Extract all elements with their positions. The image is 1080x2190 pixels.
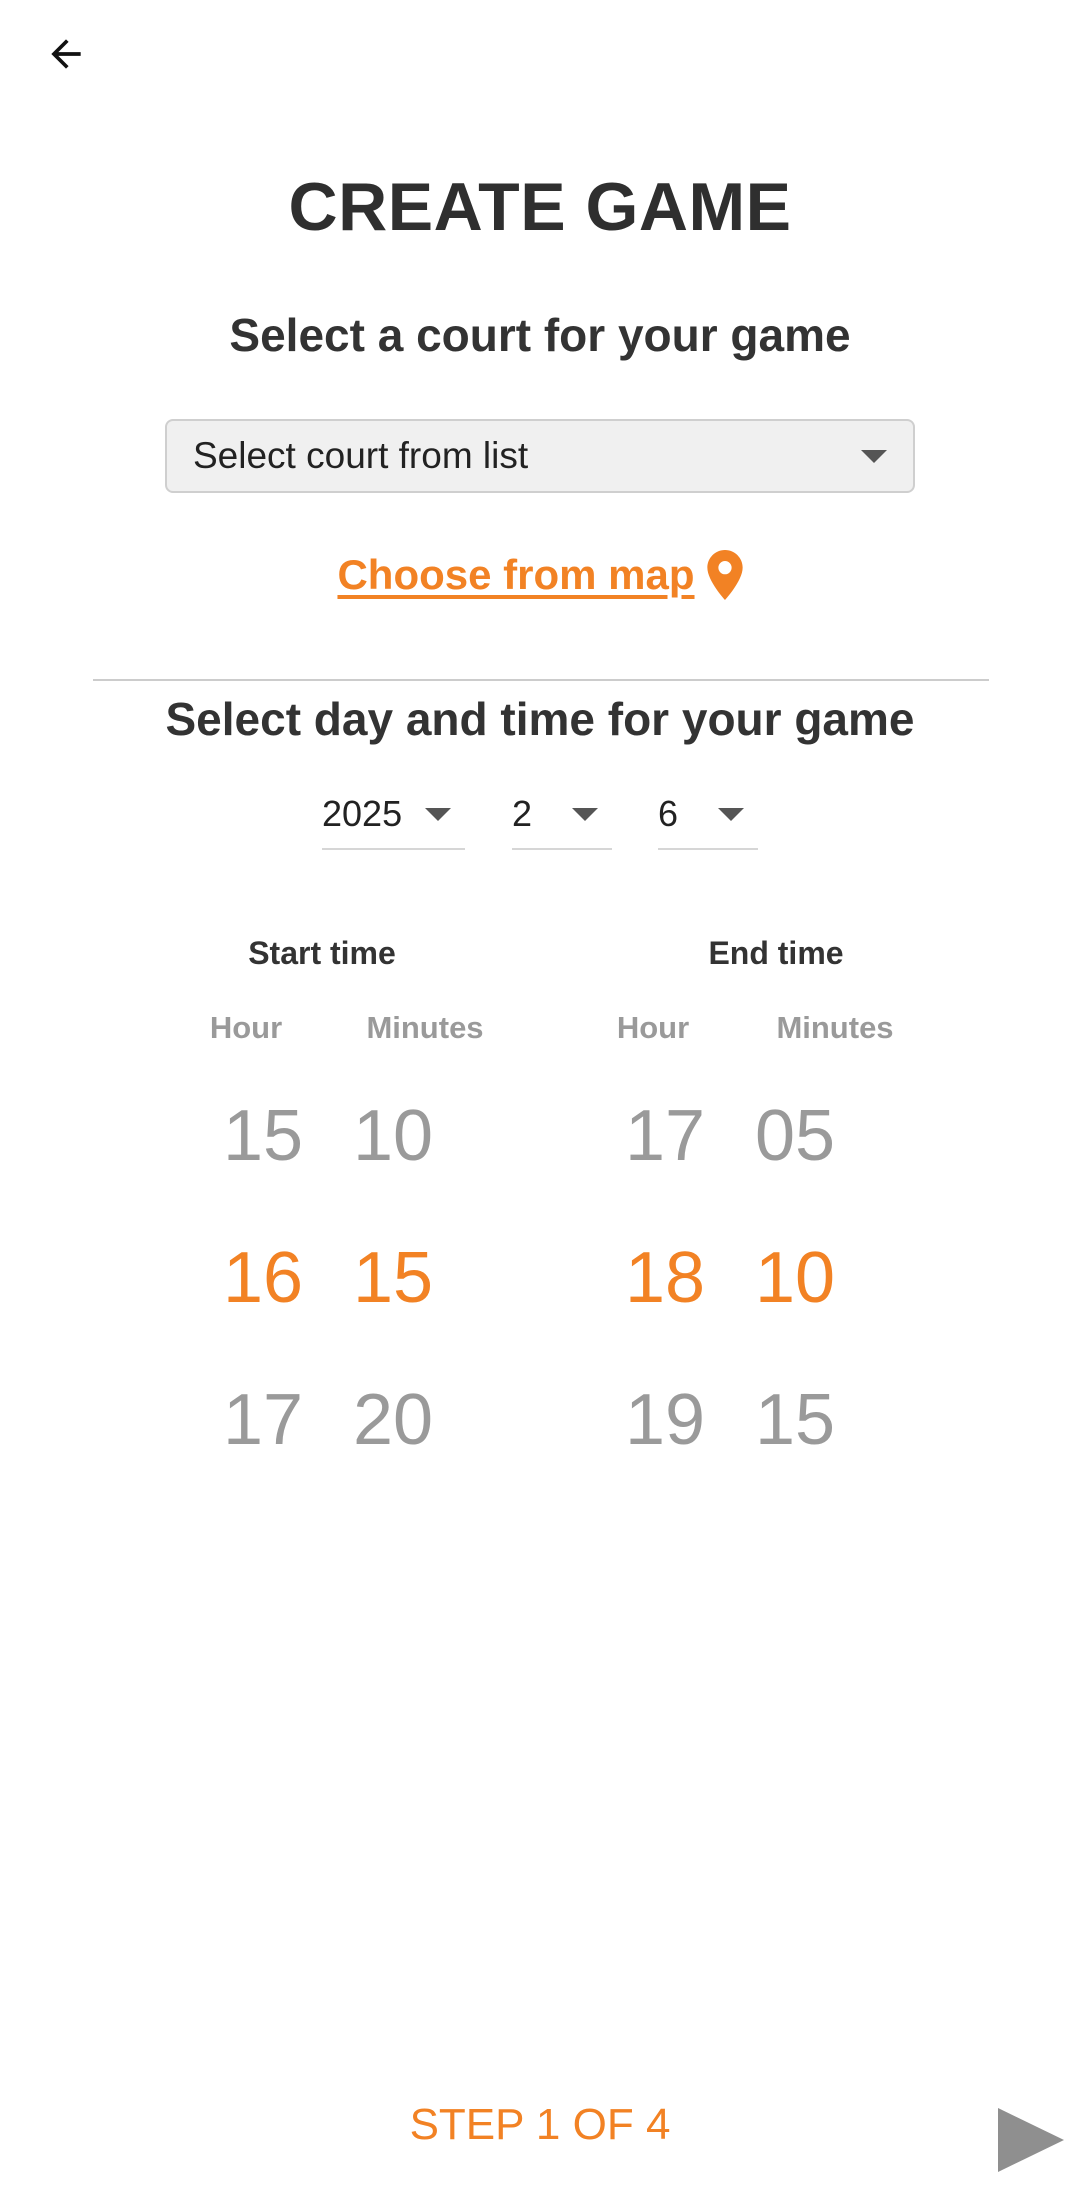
start-minutes-picker[interactable]: 10 15 20 — [328, 1095, 458, 1521]
end-hour-label: Hour — [616, 1010, 690, 1045]
end-hour-option[interactable]: 17 — [600, 1095, 730, 1237]
chevron-down-icon — [425, 807, 451, 821]
start-minutes-option[interactable]: 20 — [328, 1379, 458, 1521]
end-time-title: End time — [708, 935, 844, 971]
step-indicator: STEP 1 OF 4 — [409, 2100, 671, 2149]
page-title: CREATE GAME — [288, 169, 792, 245]
start-hour-picker[interactable]: 15 16 17 — [198, 1095, 328, 1521]
choose-from-map-link[interactable]: Choose from map — [337, 551, 694, 599]
year-value: 2025 — [322, 793, 403, 834]
start-hour-selected[interactable]: 16 — [198, 1237, 328, 1379]
datetime-heading: Select day and time for your game — [165, 693, 915, 745]
next-arrow-icon[interactable] — [998, 2108, 1064, 2172]
back-button[interactable] — [30, 18, 102, 90]
arrow-left-icon — [51, 39, 81, 69]
start-hour-option[interactable]: 15 — [198, 1095, 328, 1237]
start-time-title: Start time — [248, 935, 396, 971]
start-minutes-label: Minutes — [366, 1010, 484, 1045]
end-hour-picker[interactable]: 17 18 19 — [600, 1095, 730, 1521]
map-pin-icon[interactable] — [706, 550, 743, 600]
day-value: 6 — [658, 793, 679, 834]
end-minutes-label: Minutes — [776, 1010, 894, 1045]
divider — [93, 679, 989, 681]
start-minutes-option[interactable]: 10 — [328, 1095, 458, 1237]
start-minutes-selected[interactable]: 15 — [328, 1237, 458, 1379]
end-minutes-selected[interactable]: 10 — [730, 1237, 860, 1379]
chevron-down-icon — [718, 807, 744, 821]
court-select-dropdown[interactable]: Select court from list — [165, 419, 915, 493]
end-hour-selected[interactable]: 18 — [600, 1237, 730, 1379]
end-hour-option[interactable]: 19 — [600, 1379, 730, 1521]
month-select[interactable]: 2 — [512, 780, 612, 850]
chevron-down-icon — [572, 807, 598, 821]
start-hour-option[interactable]: 17 — [198, 1379, 328, 1521]
chevron-down-icon — [861, 449, 887, 463]
end-minutes-option[interactable]: 15 — [730, 1379, 860, 1521]
start-hour-label: Hour — [209, 1010, 283, 1045]
choose-from-map-link-row: Choose from map — [0, 550, 1080, 600]
month-value: 2 — [512, 793, 533, 834]
end-minutes-picker[interactable]: 05 10 15 — [730, 1095, 860, 1521]
court-select-label: Select court from list — [193, 435, 529, 476]
end-minutes-option[interactable]: 05 — [730, 1095, 860, 1237]
day-select[interactable]: 6 — [658, 780, 758, 850]
court-heading: Select a court for your game — [229, 309, 851, 361]
year-select[interactable]: 2025 — [322, 780, 465, 850]
